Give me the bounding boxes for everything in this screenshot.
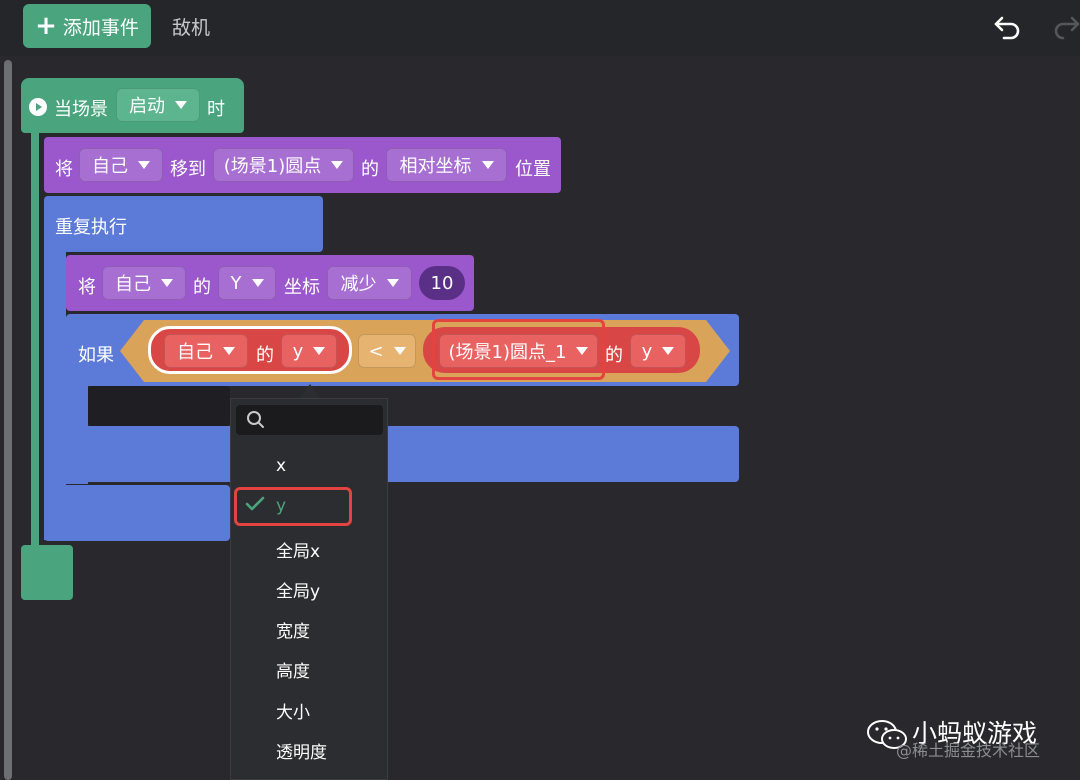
- chevron-down-icon: [313, 347, 326, 355]
- chevron-down-icon: [386, 279, 399, 287]
- move-subject-dropdown[interactable]: 自己: [79, 148, 163, 182]
- axis-value: Y: [230, 272, 242, 294]
- right-prop-dropdown[interactable]: y: [630, 334, 686, 368]
- add-event-button[interactable]: + 添加事件: [23, 4, 151, 48]
- chevron-down-icon: [175, 101, 187, 109]
- change-verb: 将: [78, 277, 96, 298]
- chevron-down-icon: [662, 347, 675, 355]
- change-op-value: 减少: [340, 274, 377, 295]
- dropdown-item-x[interactable]: x: [276, 456, 286, 476]
- plus-icon: +: [35, 11, 57, 41]
- repeat-block-foot: [44, 485, 230, 541]
- amount-input[interactable]: 10: [419, 266, 465, 300]
- chevron-down-icon: [481, 161, 494, 169]
- selected-highlight: [234, 487, 352, 526]
- scene-event-value: 启动: [129, 96, 165, 117]
- comparator-value: <: [368, 340, 384, 362]
- chevron-down-icon: [331, 161, 344, 169]
- change-subject-dropdown[interactable]: 自己: [102, 266, 186, 300]
- left-of-label: 的: [256, 345, 274, 366]
- coord-label: 坐标: [284, 277, 320, 298]
- right-of-label: 的: [605, 345, 623, 366]
- left-subject-dropdown[interactable]: 自己: [164, 334, 248, 368]
- play-icon: [29, 98, 47, 116]
- left-prop-value: y: [292, 340, 304, 362]
- change-subject-value: 自己: [115, 274, 151, 295]
- scene-event-dropdown[interactable]: 启动: [116, 88, 200, 122]
- redo-icon[interactable]: [1050, 10, 1080, 42]
- dropdown-item-height[interactable]: 高度: [276, 657, 310, 682]
- dropdown-search-input[interactable]: [236, 405, 383, 435]
- dropdown-item-global-x[interactable]: 全局x: [276, 537, 320, 562]
- dropdown-item-opacity[interactable]: 透明度: [276, 738, 327, 763]
- event-block-spine: [31, 130, 39, 550]
- move-position-label: 位置: [515, 159, 551, 180]
- dropdown-item-global-y[interactable]: 全局y: [276, 577, 320, 602]
- tab-enemy[interactable]: 敌机: [172, 13, 210, 40]
- change-op-dropdown[interactable]: 减少: [327, 266, 412, 300]
- coord-type-dropdown[interactable]: 相对坐标: [386, 148, 507, 182]
- vertical-scrollbar[interactable]: [4, 60, 12, 780]
- move-to-label: 移到: [170, 159, 206, 180]
- event-prefix: 当场景: [54, 99, 108, 120]
- left-subject-value: 自己: [177, 342, 213, 363]
- move-verb: 将: [55, 159, 73, 180]
- move-of-label: 的: [361, 159, 379, 180]
- property-dropdown-menu: x y 全局x 全局y 宽度 高度 大小 透明度: [230, 398, 388, 780]
- dropdown-item-width[interactable]: 宽度: [276, 617, 310, 642]
- chevron-down-icon: [393, 347, 406, 355]
- right-prop-value: y: [641, 340, 653, 362]
- repeat-label: 重复执行: [55, 217, 127, 238]
- add-event-label: 添加事件: [62, 16, 139, 39]
- move-subject-value: 自己: [92, 156, 128, 177]
- if-block-foot: [66, 426, 739, 482]
- move-target-dropdown[interactable]: (场景1)圆点: [213, 148, 354, 182]
- watermark-subtitle: @稀土掘金技术社区: [896, 741, 1041, 760]
- event-suffix: 时: [207, 99, 225, 120]
- if-body-slot: [88, 386, 230, 426]
- dropdown-item-size[interactable]: 大小: [276, 698, 310, 723]
- change-of-label: 的: [193, 277, 211, 298]
- if-label: 如果: [78, 345, 114, 366]
- chevron-down-icon: [138, 161, 150, 169]
- left-prop-dropdown[interactable]: y: [281, 334, 337, 368]
- top-toolbar: + 添加事件 敌机: [0, 0, 1080, 56]
- target-highlight: [432, 319, 605, 380]
- chevron-down-icon: [161, 279, 173, 287]
- comparator-dropdown[interactable]: <: [358, 334, 416, 368]
- axis-dropdown[interactable]: Y: [218, 266, 276, 300]
- undo-icon[interactable]: [992, 10, 1024, 42]
- search-icon: [247, 411, 264, 428]
- coord-type-value: 相对坐标: [399, 156, 472, 177]
- chevron-down-icon: [223, 347, 235, 355]
- move-target-value: (场景1)圆点: [223, 156, 322, 177]
- event-block-foot: [21, 545, 73, 600]
- dropdown-pointer: [300, 384, 320, 398]
- chevron-down-icon: [251, 279, 264, 287]
